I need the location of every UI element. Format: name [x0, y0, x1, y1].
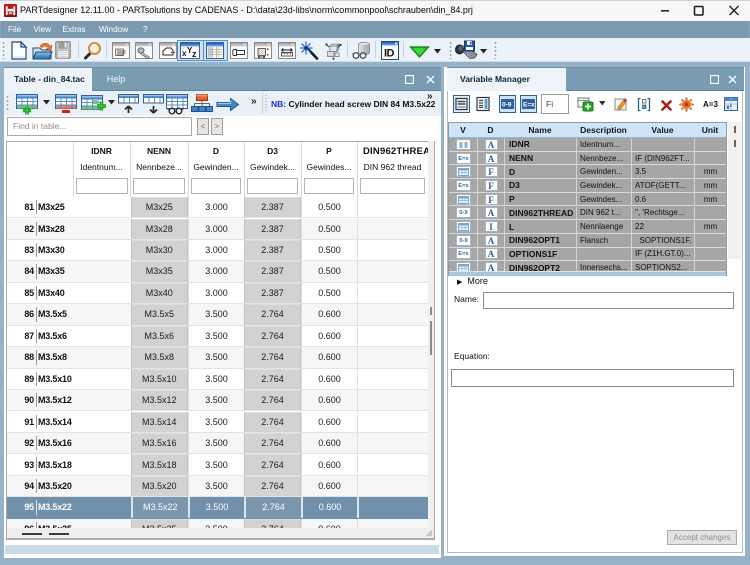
svg-text:z: z — [192, 49, 197, 59]
svg-text:x²: x² — [726, 104, 733, 111]
svg-text:E=x: E=x — [523, 102, 535, 109]
svg-text:ID: ID — [384, 48, 395, 60]
svg-text:0-9: 0-9 — [502, 102, 512, 109]
